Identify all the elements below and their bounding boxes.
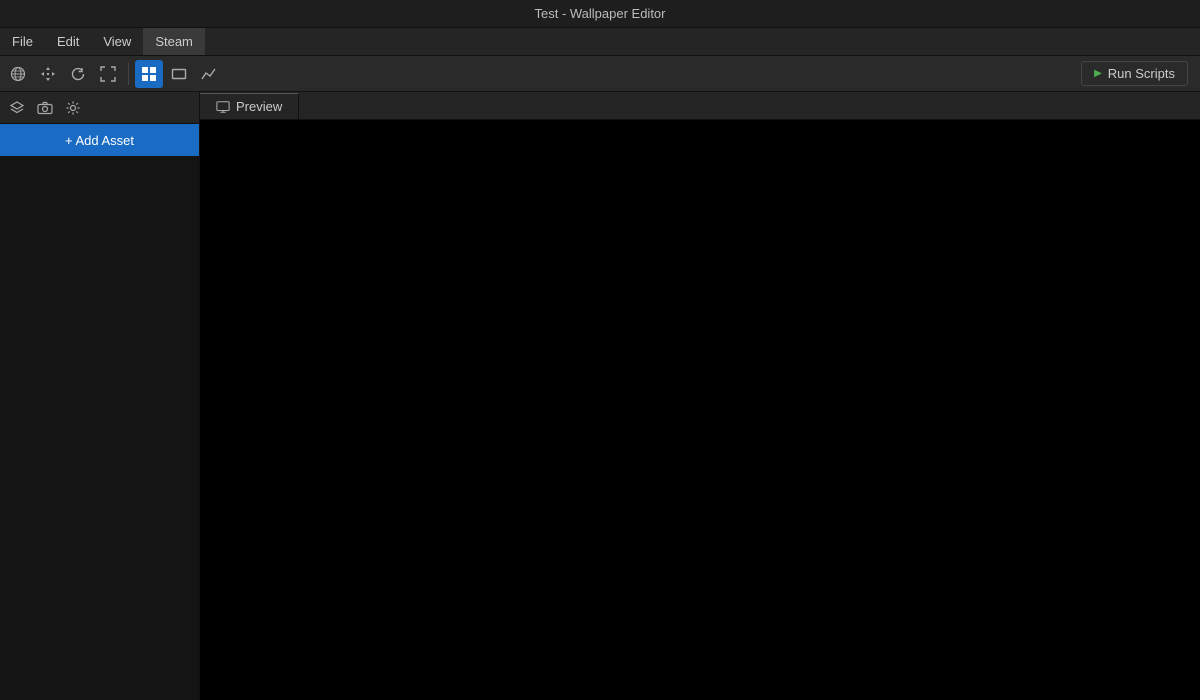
title-bar: Test - Wallpaper Editor [0,0,1200,28]
camera-icon [37,100,53,116]
monitor-icon [216,100,230,114]
refresh-icon [70,66,86,82]
tab-preview-label: Preview [236,99,282,114]
rect-view-button[interactable] [165,60,193,88]
menu-steam[interactable]: Steam [143,28,205,55]
menu-view[interactable]: View [91,28,143,55]
tabs-bar: Preview [200,92,1200,120]
window-title: Test - Wallpaper Editor [534,6,665,21]
secondary-toolbar [0,92,199,124]
grid-icon [141,66,157,82]
settings-button[interactable] [60,95,86,121]
main-toolbar: ▶ Run Scripts [0,56,1200,92]
chart-icon [201,66,217,82]
gear-icon [65,100,81,116]
run-scripts-label: Run Scripts [1108,66,1175,81]
camera-button[interactable] [32,95,58,121]
move-icon [40,66,56,82]
move-button[interactable] [34,60,62,88]
right-panel: Preview [200,92,1200,700]
menu-bar: File Edit View Steam [0,28,1200,56]
asset-list [0,156,199,700]
globe-button[interactable] [4,60,32,88]
chart-view-button[interactable] [195,60,223,88]
main-layout: + Add Asset Preview [0,92,1200,700]
rect-icon [171,66,187,82]
add-asset-button[interactable]: + Add Asset [0,124,199,156]
menu-file[interactable]: File [0,28,45,55]
expand-button[interactable] [94,60,122,88]
expand-icon [100,66,116,82]
refresh-button[interactable] [64,60,92,88]
play-icon: ▶ [1094,68,1102,79]
run-scripts-button[interactable]: ▶ Run Scripts [1081,61,1188,86]
layers-button[interactable] [4,95,30,121]
menu-edit[interactable]: Edit [45,28,91,55]
toolbar-separator-1 [128,63,129,85]
globe-icon [10,66,26,82]
tab-preview[interactable]: Preview [200,93,299,119]
preview-canvas [200,120,1200,700]
layers-icon [9,100,25,116]
left-panel: + Add Asset [0,92,200,700]
grid-view-button[interactable] [135,60,163,88]
